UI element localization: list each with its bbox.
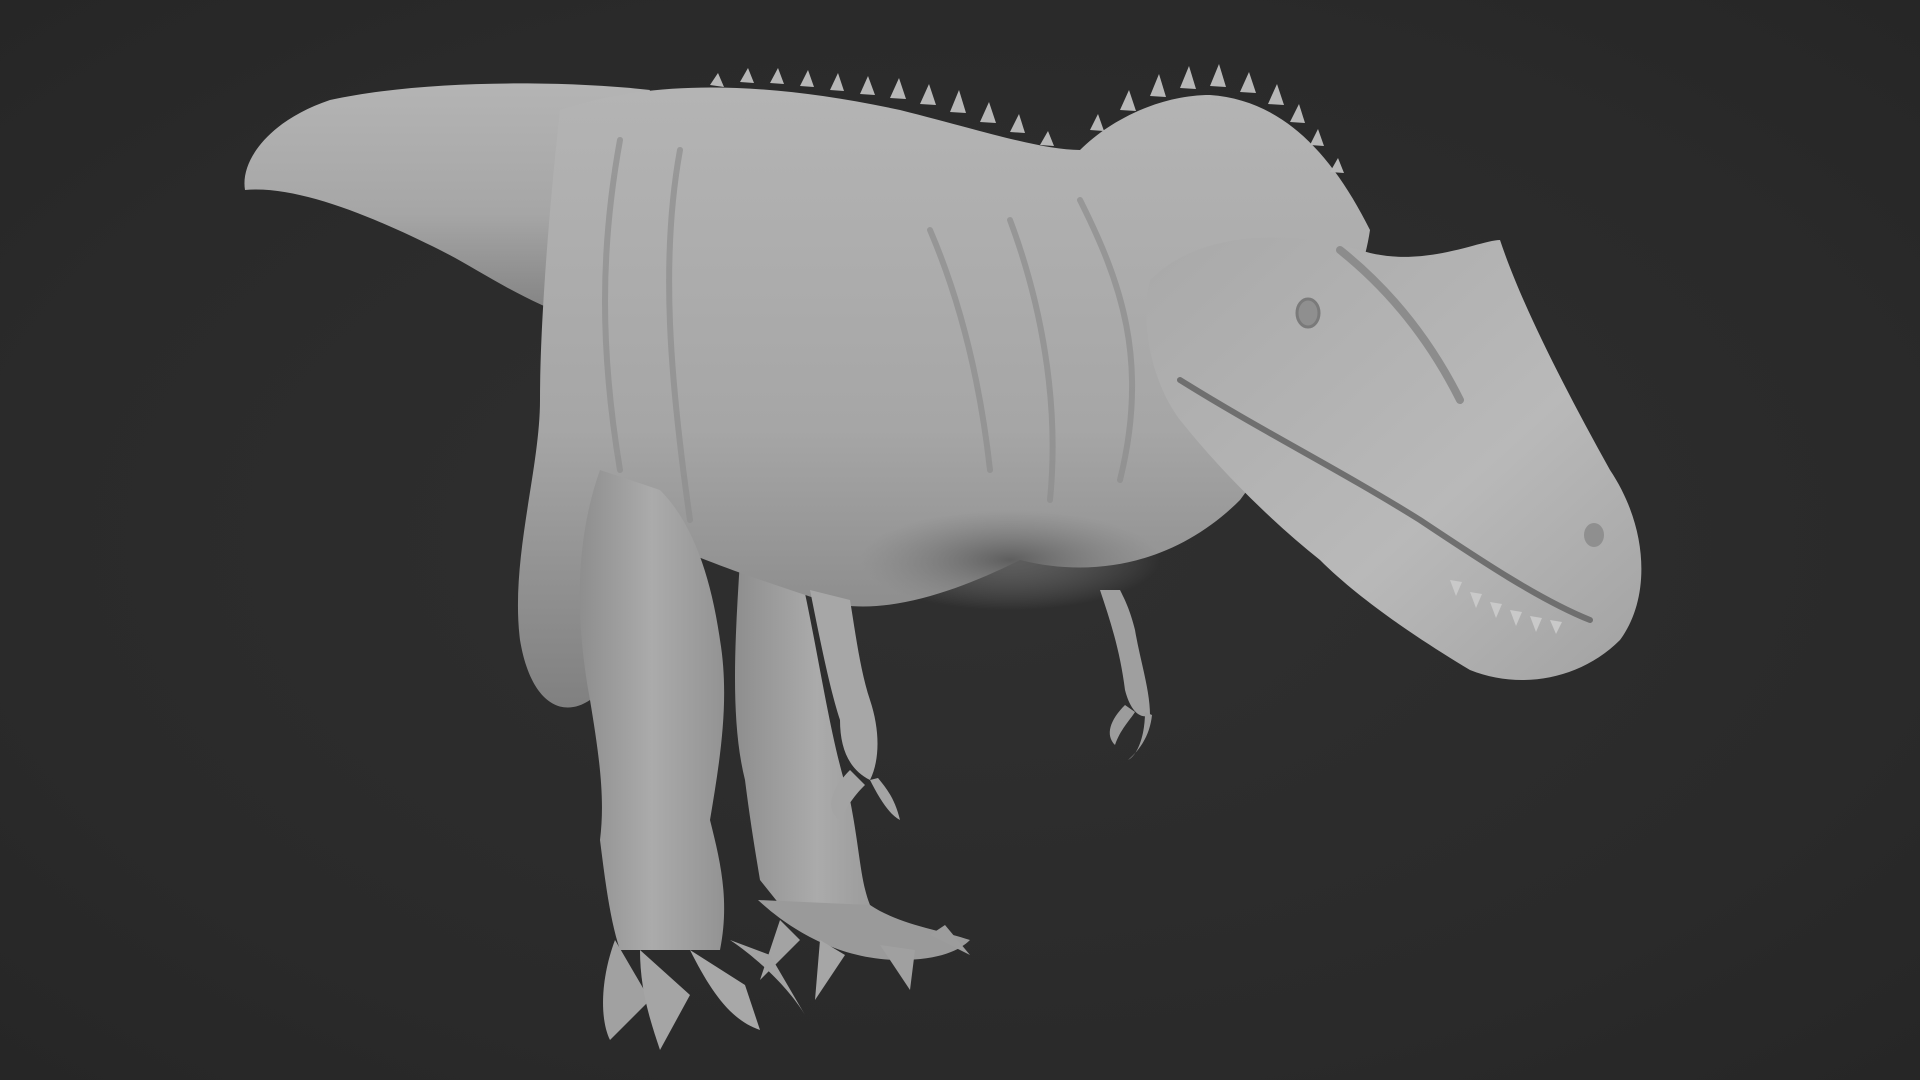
3d-viewport[interactable] bbox=[0, 0, 1920, 1080]
eye bbox=[1295, 297, 1321, 329]
dinosaur-sculpt bbox=[244, 64, 1642, 1050]
far-arm bbox=[1100, 590, 1152, 760]
head bbox=[1146, 237, 1642, 680]
nostril bbox=[1584, 523, 1604, 547]
